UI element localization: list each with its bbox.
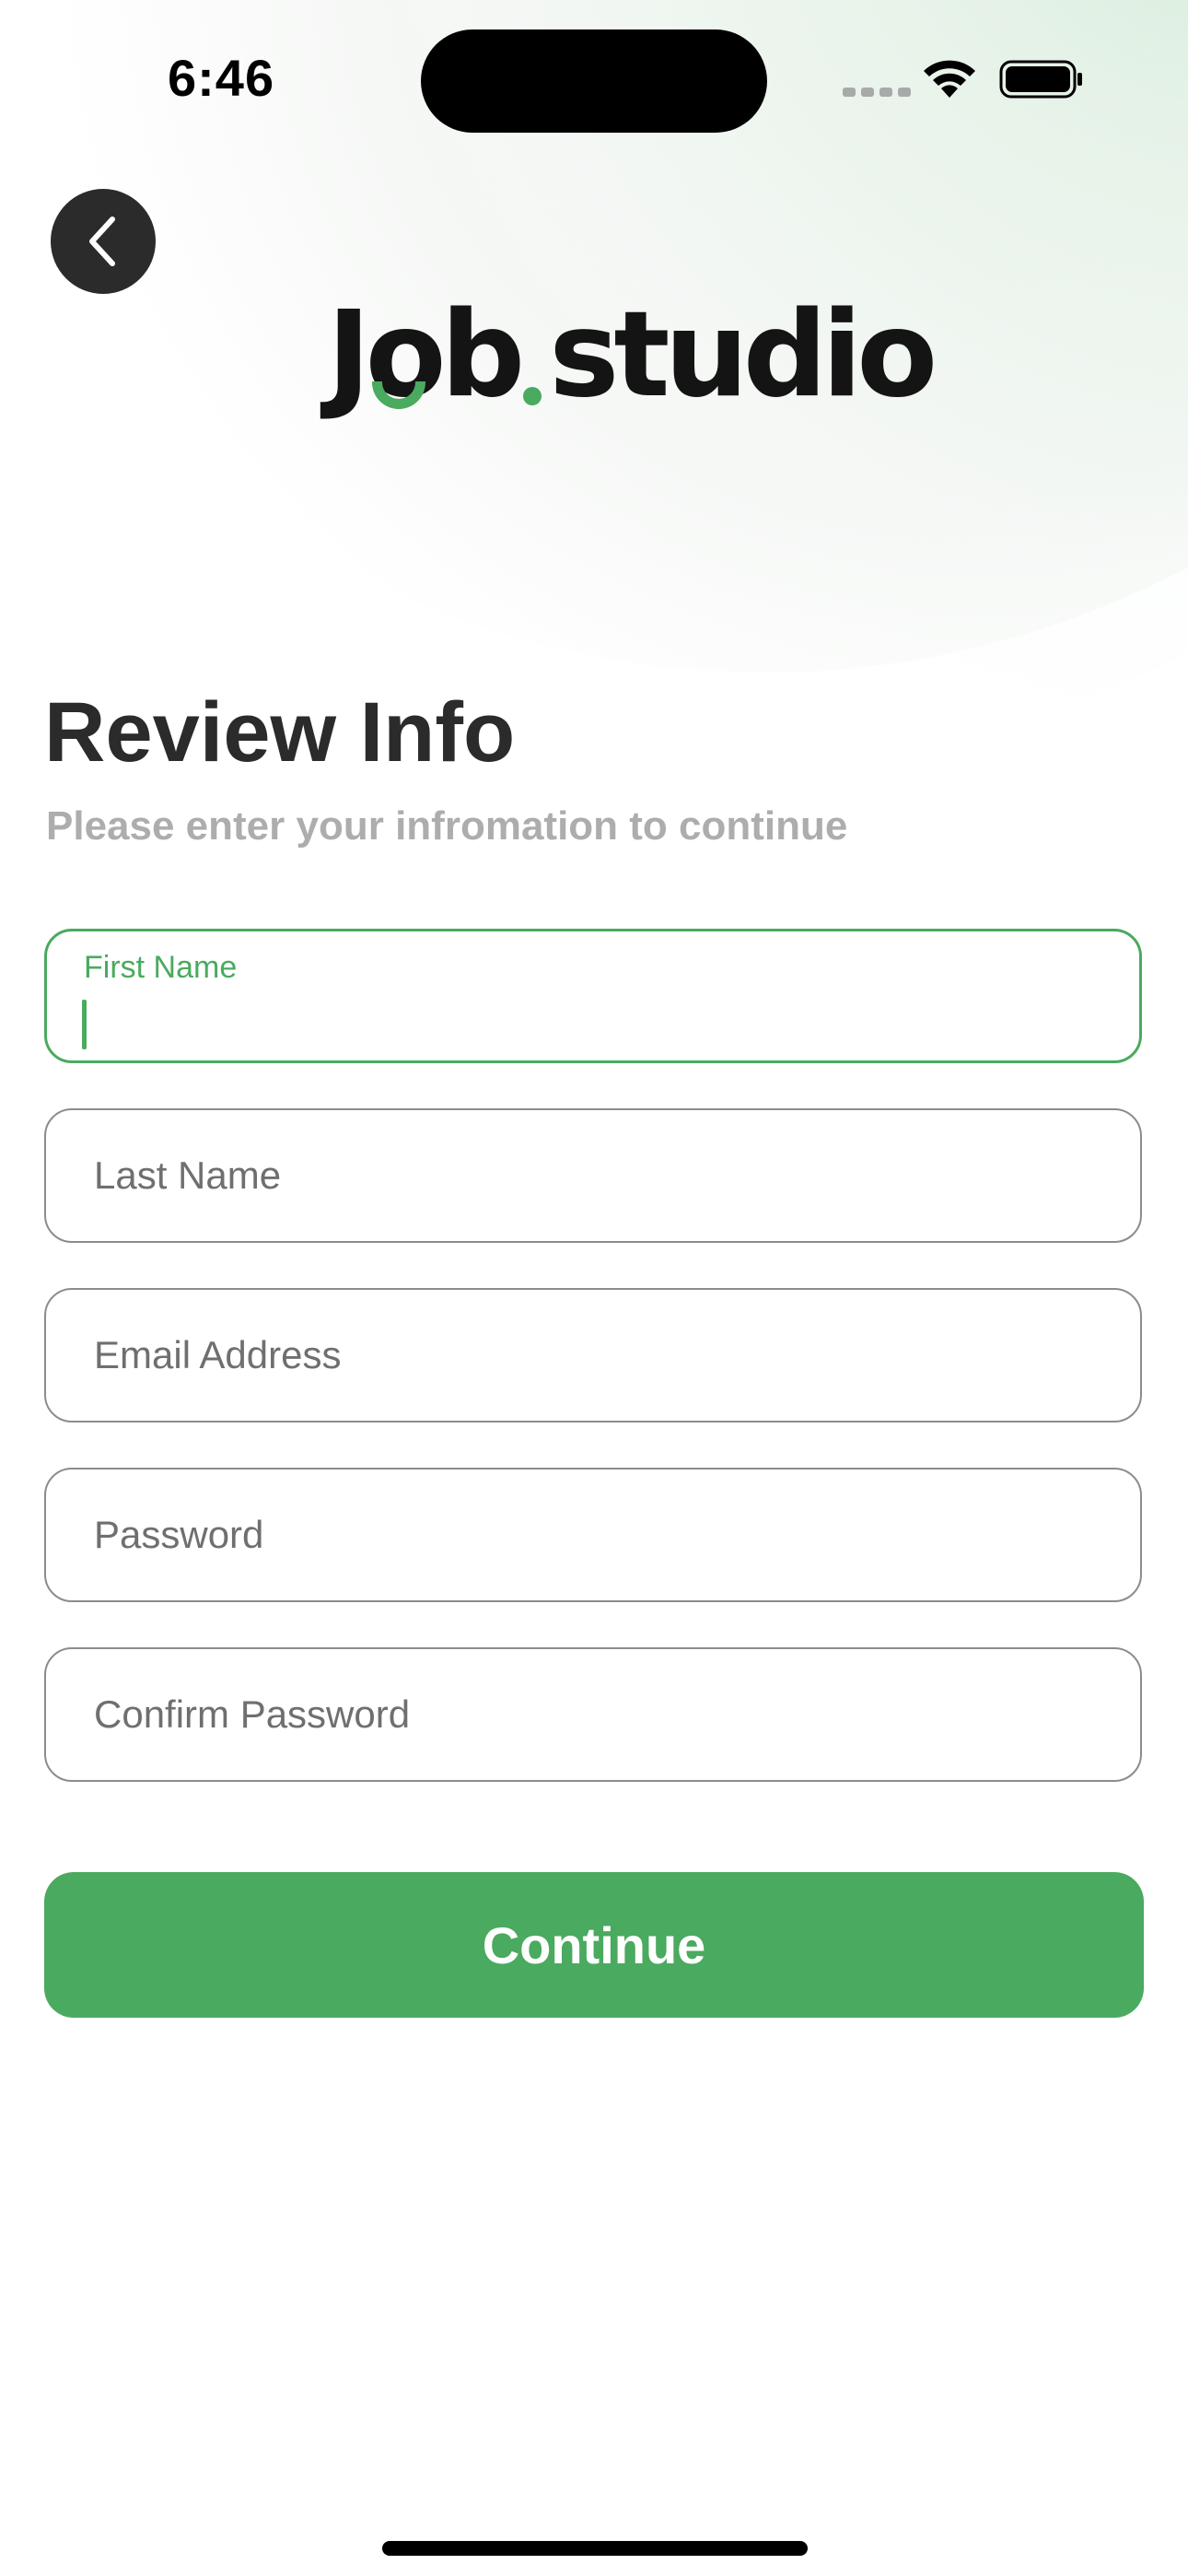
last-name-field[interactable]: [94, 1110, 1107, 1241]
password-field-container: [44, 1468, 1142, 1602]
battery-icon: [999, 60, 1082, 99]
email-field-container: [44, 1288, 1142, 1423]
review-info-screen: 6:46 J o b studio Review Info Please ent…: [0, 0, 1188, 2576]
email-field[interactable]: [94, 1290, 1107, 1421]
logo-text-studio: studio: [549, 287, 938, 424]
logo-text-j: J: [327, 287, 371, 424]
first-name-field[interactable]: First Name: [44, 929, 1142, 1063]
wifi-icon: [924, 60, 975, 98]
logo-text-b: b: [440, 287, 526, 424]
logo-green-dot: [523, 387, 542, 405]
dynamic-island: [421, 29, 767, 133]
logo-text-o: o: [365, 287, 447, 424]
page-subtitle: Please enter your infromation to continu…: [46, 803, 848, 849]
jobstudio-logo: J o b studio: [327, 287, 938, 424]
continue-button[interactable]: Continue: [44, 1872, 1144, 2018]
text-caret: [82, 1000, 87, 1049]
page-title: Review Info: [44, 685, 516, 779]
password-field[interactable]: [94, 1469, 1107, 1600]
confirm-password-field-container: [44, 1647, 1142, 1782]
back-button[interactable]: [51, 189, 156, 294]
chevron-left-icon: [89, 217, 115, 266]
first-name-label: First Name: [84, 950, 238, 985]
home-indicator[interactable]: [382, 2541, 808, 2556]
status-time: 6:46: [168, 49, 275, 107]
confirm-password-field[interactable]: [94, 1649, 1107, 1780]
last-name-field-container: [44, 1108, 1142, 1243]
cellular-signal-icon: [843, 88, 911, 97]
